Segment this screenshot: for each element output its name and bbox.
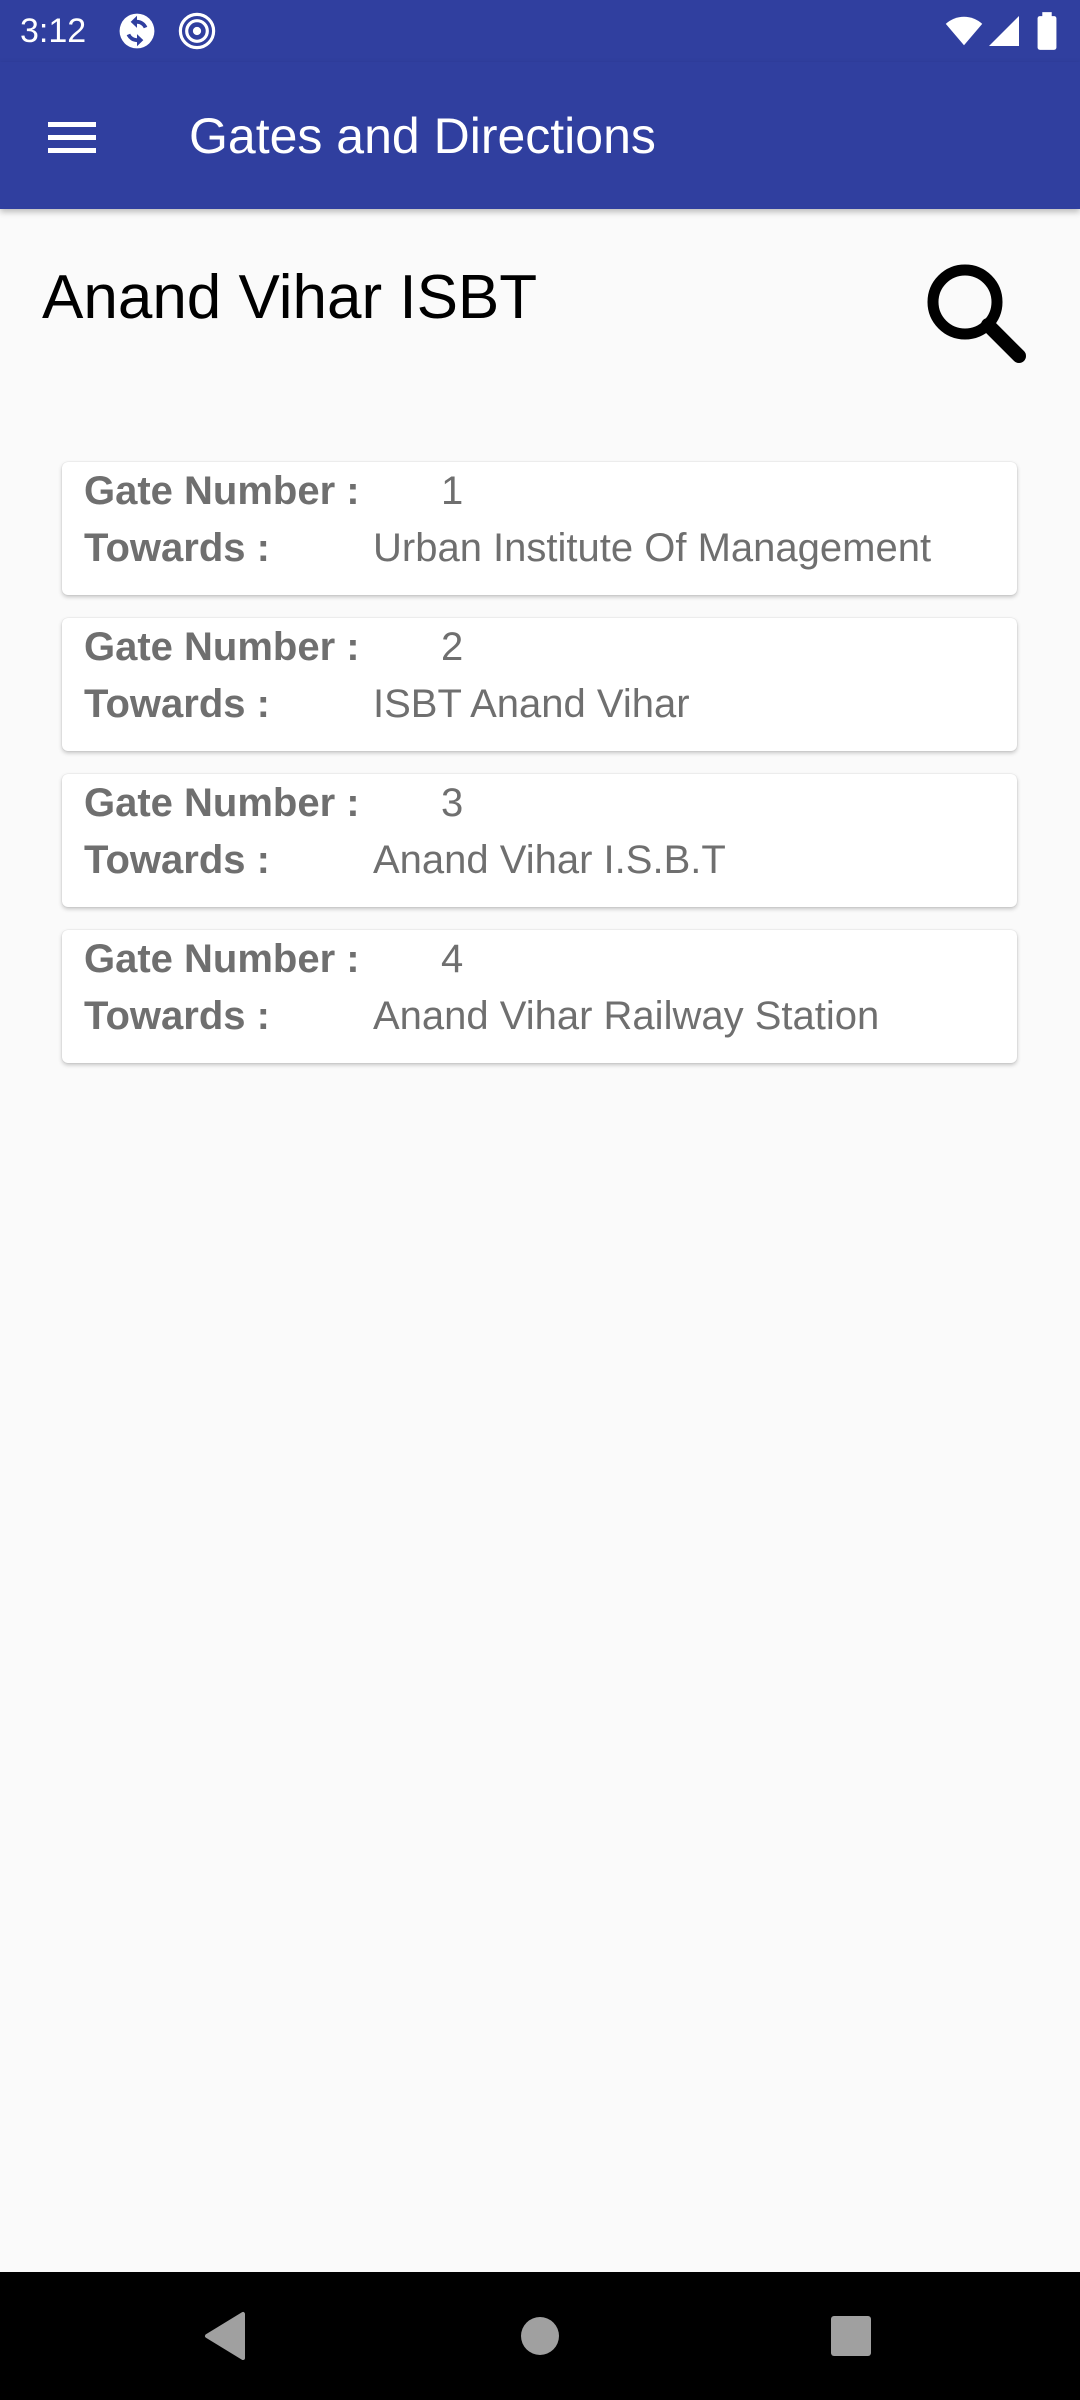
recents-icon[interactable] <box>811 2296 891 2376</box>
gate-number-value: 1 <box>441 469 464 513</box>
towards-label: Towards : <box>84 838 270 882</box>
wifi-icon <box>944 12 984 50</box>
hotspot-icon <box>178 12 216 50</box>
gate-number-value: 3 <box>441 781 464 825</box>
towards-label: Towards : <box>84 682 270 726</box>
app-bar: Gates and Directions <box>0 62 1080 209</box>
station-name: Anand Vihar ISBT <box>42 263 538 332</box>
status-bar: 3:12 <box>0 0 1080 62</box>
towards-value: Anand Vihar Railway Station <box>373 994 880 1038</box>
gate-card[interactable]: Gate Number : 2 Towards : ISBT Anand Vih… <box>62 618 1017 751</box>
gate-card[interactable]: Gate Number : 4 Towards : Anand Vihar Ra… <box>62 930 1017 1063</box>
towards-value: ISBT Anand Vihar <box>373 682 690 726</box>
search-icon[interactable] <box>915 252 1035 372</box>
home-icon[interactable] <box>500 2296 580 2376</box>
gate-number-label: Gate Number : <box>84 469 360 513</box>
gate-card[interactable]: Gate Number : 3 Towards : Anand Vihar I.… <box>62 774 1017 907</box>
gate-number-value: 4 <box>441 937 464 981</box>
towards-label: Towards : <box>84 526 270 570</box>
gate-number-value: 2 <box>441 625 464 669</box>
towards-value: Urban Institute Of Management <box>373 526 932 570</box>
gate-number-label: Gate Number : <box>84 781 360 825</box>
navigation-bar <box>0 2272 1080 2400</box>
gate-card[interactable]: Gate Number : 1 Towards : Urban Institut… <box>62 462 1017 595</box>
towards-value: Anand Vihar I.S.B.T <box>373 838 726 882</box>
back-icon[interactable] <box>185 2296 265 2376</box>
cellular-signal-icon <box>986 12 1022 50</box>
towards-label: Towards : <box>84 994 270 1038</box>
battery-icon <box>1036 12 1058 50</box>
gate-number-label: Gate Number : <box>84 937 360 981</box>
gate-list: Gate Number : 1 Towards : Urban Institut… <box>62 462 1017 1086</box>
app-title: Gates and Directions <box>189 108 656 164</box>
sync-icon <box>118 12 156 50</box>
gate-number-label: Gate Number : <box>84 625 360 669</box>
status-time: 3:12 <box>20 12 87 50</box>
hamburger-menu-icon[interactable] <box>32 102 112 172</box>
